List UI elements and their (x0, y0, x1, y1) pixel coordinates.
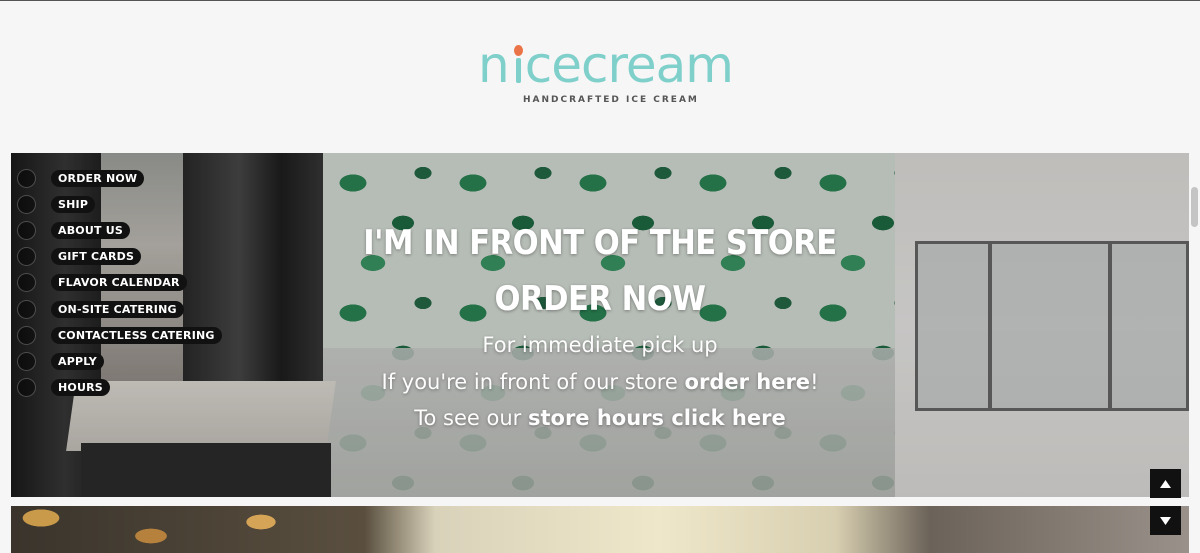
triangle-up-icon (1160, 479, 1171, 488)
hero-hours-line: To see our store hours click here (11, 400, 1189, 437)
scroll-up-button[interactable] (1150, 469, 1181, 498)
hero-hours-text: To see our (414, 406, 528, 430)
nav-item-order-now[interactable]: ORDER NOW (17, 165, 222, 191)
site-logo[interactable]: n cecream (478, 36, 734, 94)
second-section-image (11, 506, 1189, 553)
nav-dot[interactable] (17, 168, 36, 188)
spoon-logo-icon (511, 45, 523, 85)
nav-item-ship[interactable]: SHIP (17, 191, 222, 217)
scroll-down-button[interactable] (1150, 506, 1181, 535)
hero-order-text: If you're in front of our store (381, 369, 685, 394)
logo-tagline: HANDCRAFTED ICE CREAM (523, 95, 699, 105)
logo-text-start: n (478, 36, 510, 94)
hero-title-line-2: ORDER NOW (494, 279, 706, 319)
hero-text: I'M IN FRONT OF THE STORE ORDER NOW For … (11, 215, 1189, 437)
hero-subtitle-pickup: For immediate pick up (482, 333, 718, 357)
nav-label[interactable]: ORDER NOW (51, 169, 145, 187)
hero-title-line-1: I'M IN FRONT OF THE STORE (363, 223, 837, 263)
logo-text-end: cecream (524, 36, 734, 94)
hero-section: ORDER NOW SHIP ABOUT US GIFT CARDS FLAVO… (11, 153, 1189, 497)
scrollbar-thumb[interactable] (1191, 187, 1198, 227)
hero-order-line: If you're in front of our store order he… (11, 364, 1189, 401)
hero-order-punct: ! (810, 369, 819, 394)
page-scrollbar[interactable] (1189, 153, 1200, 553)
triangle-down-icon (1160, 516, 1171, 525)
nav-label[interactable]: SHIP (51, 195, 96, 213)
order-here-link[interactable]: order here (685, 370, 811, 394)
site-header: n cecream HANDCRAFTED ICE CREAM (0, 1, 1200, 153)
nav-dot[interactable] (17, 194, 36, 214)
store-hours-link[interactable]: store hours click here (528, 406, 786, 430)
